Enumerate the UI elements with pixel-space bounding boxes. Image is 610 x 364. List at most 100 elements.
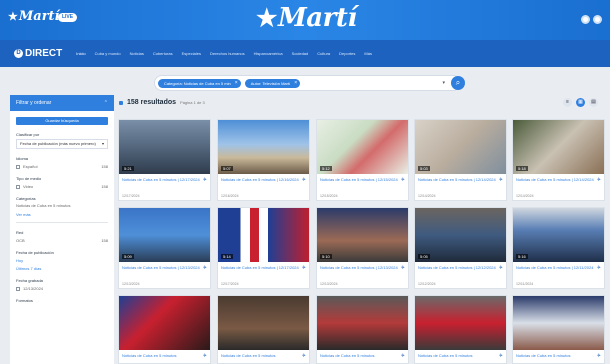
pin-icon[interactable]: ✈	[499, 353, 503, 359]
card-title[interactable]: Noticias de Cuba en 5 minutos | 12/14/20…	[418, 177, 496, 182]
video-card[interactable]: 5:12 Noticias de Cuba en 5 minutos | 12/1…	[316, 119, 409, 201]
filter-chip[interactable]: Categoría: Noticias de Cuba en 5 min ×	[158, 78, 241, 88]
card-title[interactable]: Noticias de Cuba en 5 minutos | 12/16/20…	[221, 177, 299, 182]
video-thumbnail[interactable]: 5:18	[513, 120, 604, 174]
sort-select[interactable]: Fecha de publicación (más nuevo primero)…	[16, 139, 108, 149]
sidebar-header[interactable]: Filtrar y ordenar ⌃	[10, 95, 114, 111]
video-thumbnail[interactable]	[218, 296, 309, 350]
pin-icon[interactable]: ✈	[499, 177, 503, 183]
video-card[interactable]: 5:03 Noticias de Cuba en 5 minutos | 12/1…	[414, 119, 507, 201]
card-title[interactable]: Noticias de Cuba en 5 minutos | 12/13/20…	[122, 265, 200, 270]
nav-item[interactable]: Derechos humanos	[210, 51, 245, 56]
pin-icon[interactable]: ✈	[203, 177, 207, 183]
filter-option[interactable]: 12/13/2024	[16, 286, 108, 291]
see-more-link[interactable]: Ver más	[16, 212, 108, 217]
direct-logo[interactable]: D DIRECT	[14, 48, 62, 59]
nav-item[interactable]: Más	[364, 51, 372, 56]
video-card[interactable]: Noticias de Cuba en 5 minutos ✈	[316, 295, 409, 364]
video-card[interactable]: 5:05 Noticias de Cuba en 5 minutos | 12/1…	[414, 207, 507, 289]
pin-icon[interactable]: ✈	[597, 265, 601, 271]
filter-chip[interactable]: Autor: Televisión Martí ×	[244, 78, 301, 88]
filter-option[interactable]: Video 158	[16, 184, 108, 189]
video-card[interactable]: 5:07 Noticias de Cuba en 5 minutos | 12/1…	[217, 119, 310, 201]
card-title[interactable]: Noticias de Cuba en 5 minutos | 12/17/20…	[122, 177, 200, 182]
video-card[interactable]: 5:09 Noticias de Cuba en 5 minutos | 12/1…	[118, 207, 211, 289]
checkbox[interactable]	[16, 184, 20, 189]
logo-main[interactable]: ★Martí	[256, 3, 357, 33]
avatar[interactable]	[593, 15, 602, 24]
date-link[interactable]: Últimos 7 días	[16, 266, 108, 271]
nav-item[interactable]: Inicio	[76, 51, 85, 56]
chevron-down-icon[interactable]: ▾	[442, 80, 445, 86]
video-thumbnail[interactable]: 5:14	[218, 208, 309, 262]
nav-item[interactable]: Hispanoamérica	[254, 51, 283, 56]
save-search-button[interactable]: Guardar búsqueda	[16, 117, 108, 125]
video-thumbnail[interactable]	[317, 296, 408, 350]
card-title[interactable]: Noticias de Cuba en 5 minutos	[221, 353, 299, 358]
video-thumbnail[interactable]	[415, 296, 506, 350]
pin-icon[interactable]: ✈	[401, 177, 405, 183]
grid-view-icon[interactable]: ▦	[576, 98, 585, 107]
card-title[interactable]: Noticias de Cuba en 5 minutos | 12/15/20…	[320, 177, 398, 182]
card-title[interactable]: Noticias de Cuba en 5 minutos	[418, 353, 496, 358]
video-thumbnail[interactable]: 5:07	[218, 120, 309, 174]
video-card[interactable]: Noticias de Cuba en 5 minutos ✈	[414, 295, 507, 364]
pin-icon[interactable]: ✈	[597, 353, 601, 359]
list-view-icon[interactable]: ≡	[563, 98, 572, 107]
video-card[interactable]: Noticias de Cuba en 5 minutos ✈	[217, 295, 310, 364]
search-button[interactable]: ⌕	[451, 76, 465, 90]
card-title[interactable]: Noticias de Cuba en 5 minutos	[320, 353, 398, 358]
pin-icon[interactable]: ✈	[401, 265, 405, 271]
checkbox[interactable]	[16, 164, 20, 169]
video-card[interactable]: 5:10 Noticias de Cuba en 5 minutos | 12/1…	[316, 207, 409, 289]
nav-item[interactable]: Cultura	[317, 51, 330, 56]
video-thumbnail[interactable]: 5:21	[119, 120, 210, 174]
pin-icon[interactable]: ✈	[302, 353, 306, 359]
card-title[interactable]: Noticias de Cuba en 5 minutos	[516, 353, 594, 358]
video-thumbnail[interactable]: 5:05	[415, 208, 506, 262]
filter-option[interactable]: OCB 158	[16, 238, 108, 243]
nav-item[interactable]: Cuba y mundo	[95, 51, 121, 56]
card-title[interactable]: Noticias de Cuba en 5 minutos | 12/14/20…	[516, 177, 594, 182]
nav-item[interactable]: Especiales	[182, 51, 201, 56]
nav-item[interactable]: Coberturas	[153, 51, 173, 56]
pin-icon[interactable]: ✈	[302, 177, 306, 183]
video-thumbnail[interactable]: 5:09	[119, 208, 210, 262]
date-link[interactable]: Hoy	[16, 258, 108, 263]
pin-icon[interactable]: ✈	[203, 353, 207, 359]
checkbox[interactable]	[16, 286, 20, 291]
live-badge[interactable]: LIVE	[58, 13, 77, 22]
pin-icon[interactable]: ✈	[499, 265, 503, 271]
card-title[interactable]: Noticias de Cuba en 5 minutos	[122, 353, 200, 358]
filter-option[interactable]: Español 158	[16, 164, 108, 169]
card-title[interactable]: Noticias de Cuba en 5 minutos | 12/11/20…	[516, 265, 594, 270]
video-thumbnail[interactable]	[119, 296, 210, 350]
video-thumbnail[interactable]: 5:10	[317, 208, 408, 262]
close-icon[interactable]: ×	[235, 79, 238, 88]
close-icon[interactable]: ×	[294, 79, 297, 88]
card-title[interactable]: Noticias de Cuba en 5 minutos | 12/17/20…	[221, 265, 299, 270]
pin-icon[interactable]: ✈	[401, 353, 405, 359]
logo-small[interactable]: ★Martí	[8, 9, 59, 24]
compact-view-icon[interactable]: ▤	[589, 98, 598, 107]
pin-icon[interactable]: ✈	[597, 177, 601, 183]
video-thumbnail[interactable]	[513, 296, 604, 350]
pin-icon[interactable]: ✈	[203, 265, 207, 271]
video-card[interactable]: Noticias de Cuba en 5 minutos ✈	[118, 295, 211, 364]
search-bar[interactable]: Categoría: Noticias de Cuba en 5 min × Au…	[155, 76, 460, 90]
video-card[interactable]: 5:18 Noticias de Cuba en 5 minutos | 12/1…	[512, 119, 605, 201]
video-thumbnail[interactable]: 5:16	[513, 208, 604, 262]
video-thumbnail[interactable]: 5:12	[317, 120, 408, 174]
avatar[interactable]	[581, 15, 590, 24]
card-title[interactable]: Noticias de Cuba en 5 minutos | 12/13/20…	[320, 265, 398, 270]
nav-item[interactable]: Deportes	[339, 51, 355, 56]
pin-icon[interactable]: ✈	[302, 265, 306, 271]
video-card[interactable]: 5:21 Noticias de Cuba en 5 minutos | 12/1…	[118, 119, 211, 201]
video-card[interactable]: 5:16 Noticias de Cuba en 5 minutos | 12/1…	[512, 207, 605, 289]
video-card[interactable]: 5:14 Noticias de Cuba en 5 minutos | 12/1…	[217, 207, 310, 289]
card-title[interactable]: Noticias de Cuba en 5 minutos | 12/12/20…	[418, 265, 496, 270]
nav-item[interactable]: Sociedad	[292, 51, 309, 56]
video-card[interactable]: Noticias de Cuba en 5 minutos ✈	[512, 295, 605, 364]
nav-item[interactable]: Noticias	[130, 51, 144, 56]
video-thumbnail[interactable]: 5:03	[415, 120, 506, 174]
